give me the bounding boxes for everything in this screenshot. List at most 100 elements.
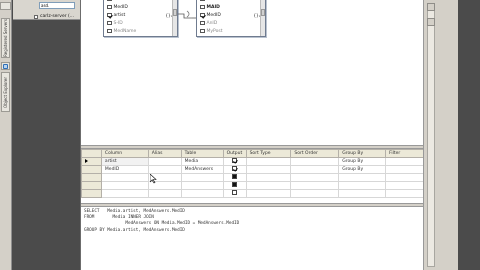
table-column-row[interactable]: AnID bbox=[197, 19, 265, 27]
output-checkbox[interactable] bbox=[231, 166, 237, 171]
grid-cell-table[interactable] bbox=[180, 173, 224, 182]
output-cell[interactable] bbox=[222, 189, 247, 198]
grid-cell-sort-type[interactable] bbox=[245, 181, 292, 190]
grid-cell-sort-order[interactable] bbox=[290, 165, 340, 174]
grid-header-cell[interactable]: Alias bbox=[147, 149, 182, 158]
grid-row[interactable]: artist Media Group By bbox=[81, 157, 424, 166]
row-header[interactable] bbox=[81, 181, 102, 190]
table-column-row[interactable]: S-ID bbox=[104, 19, 177, 27]
grid-header-cell[interactable]: Output bbox=[222, 149, 247, 158]
grid-cell-column[interactable] bbox=[100, 173, 149, 182]
right-scrollbar[interactable] bbox=[423, 0, 458, 270]
column-checkbox[interactable] bbox=[107, 12, 112, 18]
grid-row[interactable] bbox=[81, 181, 424, 190]
grid-cell-filter[interactable] bbox=[385, 189, 424, 198]
column-checkbox[interactable] bbox=[200, 12, 205, 18]
grid-header-cell[interactable]: Sort Order bbox=[290, 149, 340, 158]
table-media[interactable]: MedID artist {}= S-ID MedName bbox=[103, 0, 178, 37]
grid-cell-group-by[interactable]: Group By bbox=[338, 157, 387, 166]
sql-pane[interactable]: SELECT Media.artist, MedAnswers.MedID FRO… bbox=[81, 207, 424, 270]
grid-cell-sort-type[interactable] bbox=[245, 189, 292, 198]
output-cell[interactable] bbox=[222, 165, 247, 174]
tab-object-explorer[interactable]: Object Explorer bbox=[1, 72, 10, 112]
table-column-row[interactable]: MedName bbox=[104, 27, 177, 35]
grid-header-cell[interactable]: Column bbox=[100, 149, 149, 158]
grid-cell-sort-type[interactable] bbox=[245, 173, 292, 182]
join-link-icon[interactable] bbox=[178, 8, 198, 22]
output-cell[interactable] bbox=[222, 157, 247, 166]
table-column-row[interactable]: MedID {}= bbox=[197, 11, 265, 19]
row-header[interactable] bbox=[81, 165, 102, 174]
column-checkbox[interactable] bbox=[107, 4, 112, 10]
tab-registered-servers[interactable]: Registered Servers bbox=[1, 18, 10, 58]
column-checkbox[interactable] bbox=[200, 28, 205, 34]
table-column-row[interactable]: MyPost bbox=[197, 27, 265, 35]
grid-cell-table[interactable]: Media bbox=[180, 157, 224, 166]
grid-cell-filter[interactable] bbox=[385, 157, 424, 166]
column-checkbox[interactable] bbox=[200, 4, 205, 10]
output-checkbox[interactable] bbox=[231, 174, 237, 179]
column-checkbox[interactable] bbox=[107, 28, 112, 34]
grid-cell-column[interactable]: artist bbox=[100, 157, 149, 166]
criteria-grid[interactable]: Column Alias Table Output Sort Type Sort Orde… bbox=[81, 149, 424, 198]
grid-cell-group-by[interactable]: Group By bbox=[338, 165, 387, 174]
output-cell[interactable] bbox=[222, 181, 247, 190]
grid-cell-alias[interactable] bbox=[147, 189, 182, 198]
table-column-row[interactable]: MedID bbox=[104, 3, 177, 11]
server-tree-node[interactable]: carlz-server (... bbox=[34, 14, 74, 19]
grid-cell-column[interactable] bbox=[100, 181, 149, 190]
grid-cell-alias[interactable] bbox=[147, 165, 182, 174]
row-header[interactable] bbox=[81, 157, 102, 166]
grid-cell-filter[interactable] bbox=[385, 165, 424, 174]
grid-cell-table[interactable] bbox=[180, 189, 224, 198]
grid-row[interactable] bbox=[81, 189, 424, 198]
column-checkbox[interactable] bbox=[107, 0, 112, 2]
grid-cell-filter[interactable] bbox=[385, 173, 424, 182]
grid-cell-filter[interactable] bbox=[385, 181, 424, 190]
table-column-row[interactable]: artist {}= bbox=[104, 11, 177, 19]
scrollbar-track[interactable] bbox=[427, 3, 435, 267]
diagram-pane[interactable]: MedID artist {}= S-ID MedName MAID MedID {}= An… bbox=[81, 0, 424, 145]
grid-cell-sort-order[interactable] bbox=[290, 157, 340, 166]
grid-cell-table[interactable] bbox=[180, 181, 224, 190]
grid-header-cell[interactable]: Group By bbox=[338, 149, 387, 158]
grid-cell-sort-order[interactable] bbox=[290, 189, 340, 198]
grid-cell-group-by[interactable] bbox=[338, 181, 387, 190]
grid-header-cell[interactable]: Table bbox=[180, 149, 224, 158]
grid-header-cell[interactable]: Filter bbox=[385, 149, 424, 158]
column-checkbox[interactable] bbox=[200, 20, 205, 26]
grid-cell-alias[interactable] bbox=[147, 157, 182, 166]
table-medanswers-scrollbar[interactable] bbox=[260, 0, 265, 36]
grid-cell-table[interactable]: MedAnswers bbox=[180, 165, 224, 174]
grid-row[interactable]: MedID MedAnswers Group By bbox=[81, 165, 424, 174]
table-media-scrollbar[interactable] bbox=[172, 0, 177, 36]
grid-header-cell[interactable]: Sort Type bbox=[245, 149, 292, 158]
expand-icon[interactable] bbox=[34, 14, 38, 19]
grid-cell-sort-type[interactable] bbox=[245, 157, 292, 166]
output-checkbox[interactable] bbox=[231, 158, 237, 163]
table-medanswers[interactable]: MAID MedID {}= AnID MyPost bbox=[196, 0, 266, 37]
scroll-up-button[interactable] bbox=[427, 3, 435, 11]
row-header[interactable] bbox=[81, 173, 102, 182]
column-checkbox[interactable] bbox=[107, 20, 112, 26]
grid-cell-group-by[interactable] bbox=[338, 173, 387, 182]
output-checkbox[interactable] bbox=[231, 182, 237, 187]
grid-cell-sort-order[interactable] bbox=[290, 173, 340, 182]
row-header[interactable] bbox=[81, 189, 102, 198]
scroll-mid-button[interactable] bbox=[427, 18, 435, 26]
grid-header-cell[interactable] bbox=[81, 149, 102, 158]
grid-cell-sort-type[interactable] bbox=[245, 165, 292, 174]
grid-cell-column[interactable]: MedID bbox=[100, 165, 149, 174]
pin-button[interactable] bbox=[0, 2, 11, 10]
object-explorer-search-input[interactable] bbox=[39, 2, 75, 9]
grid-row[interactable] bbox=[81, 173, 424, 182]
object-explorer-icon-tab[interactable] bbox=[1, 62, 10, 70]
column-checkbox[interactable] bbox=[200, 0, 205, 2]
output-cell[interactable] bbox=[222, 173, 247, 182]
grid-cell-group-by[interactable] bbox=[338, 189, 387, 198]
criteria-pane[interactable]: Column Alias Table Output Sort Type Sort Orde… bbox=[81, 149, 424, 203]
grid-cell-column[interactable] bbox=[100, 189, 149, 198]
output-checkbox[interactable] bbox=[231, 190, 237, 195]
table-column-row[interactable]: MAID bbox=[197, 3, 265, 11]
grid-cell-sort-order[interactable] bbox=[290, 181, 340, 190]
